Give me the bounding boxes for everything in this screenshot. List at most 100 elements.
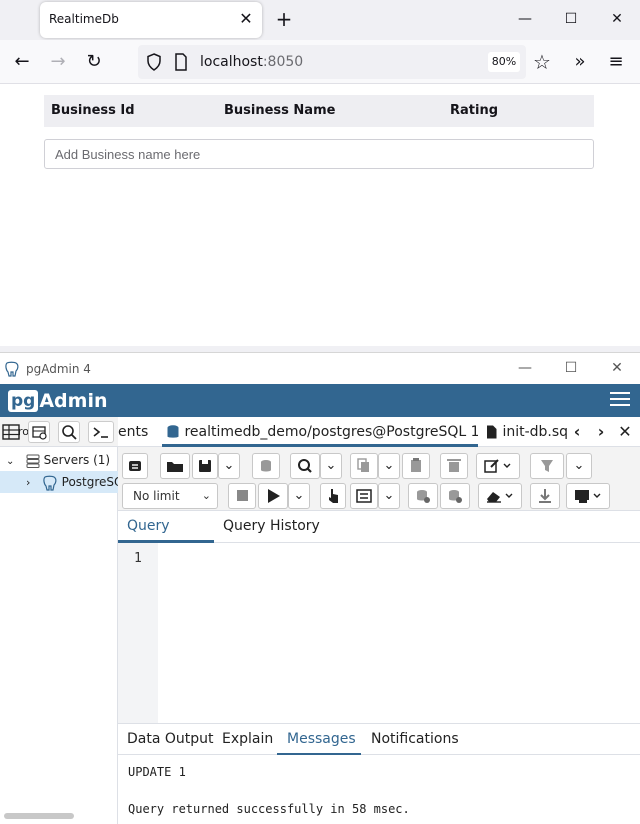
object-browser-panel: ro ⌄ Servers (1) › PostgreS (0, 417, 118, 824)
find-icon[interactable] (290, 453, 320, 479)
chevron-down-icon[interactable]: ⌄ (6, 451, 14, 471)
minimize-icon[interactable]: — (516, 359, 534, 377)
execute-dropdown-icon[interactable]: ⌄ (288, 483, 310, 509)
stop-icon[interactable] (228, 483, 256, 509)
postgresql-elephant-icon (42, 475, 58, 491)
chevron-left-icon[interactable]: ‹ (568, 421, 586, 443)
copy-dropdown-icon[interactable]: ⌄ (378, 453, 400, 479)
rollback-icon[interactable] (440, 483, 470, 509)
delete-icon[interactable] (440, 453, 468, 479)
shield-icon[interactable] (146, 53, 162, 71)
logo-pg: pg (8, 390, 39, 412)
macros-dropdown-icon[interactable] (566, 483, 610, 509)
tab-query-editor[interactable]: Query Editor (118, 511, 214, 564)
address-bar[interactable]: localhost:8050 80% (138, 45, 526, 79)
save-data-changes-icon[interactable] (252, 453, 280, 479)
chevron-right-icon[interactable]: › (26, 472, 34, 493)
close-tab-icon[interactable]: ✕ (237, 10, 255, 28)
explain-icon[interactable] (320, 483, 346, 509)
file-icon (486, 425, 498, 439)
tab-label: realtimedb_demo/postgres@PostgreSQL 13 * (184, 424, 478, 440)
new-tab-button[interactable]: + (274, 8, 294, 30)
tab-data-output[interactable]: Data Output (127, 724, 214, 756)
results-tabs: Data Output Explain Messages Notificatio… (118, 723, 640, 756)
tab-strip: RealtimeDb ✕ + — ☐ ✕ (0, 0, 640, 40)
tab-query-tool[interactable]: realtimedb_demo/postgres@PostgreSQL 13 * (162, 417, 478, 447)
url-text: localhost:8050 (200, 54, 303, 70)
pgadmin-window: pgAdmin 4 — ☐ ✕ pg Admin ro ⌄ Servers (1… (0, 346, 640, 824)
back-arrow-icon[interactable]: ← (10, 50, 34, 74)
hamburger-menu-icon[interactable] (610, 392, 630, 408)
url-port: :8050 (262, 54, 304, 70)
tab-explain[interactable]: Explain (222, 724, 273, 756)
server-connect-icon[interactable] (122, 453, 148, 479)
business-name-input[interactable] (44, 139, 594, 169)
limit-select[interactable]: No limit ⌄ (122, 483, 218, 509)
hamburger-menu-icon[interactable]: ≡ (604, 50, 628, 74)
paste-icon[interactable] (402, 453, 430, 479)
forward-arrow-icon[interactable]: → (46, 50, 70, 74)
table-grid-icon[interactable] (0, 421, 22, 443)
column-business-id: Business Id (51, 103, 135, 118)
close-icon[interactable]: ✕ (616, 421, 634, 443)
open-file-icon[interactable] (160, 453, 190, 479)
tab-label: init-db.sql (502, 424, 568, 440)
maximize-icon[interactable]: ☐ (562, 359, 580, 377)
view-data-icon[interactable] (28, 421, 50, 443)
execute-play-icon[interactable] (258, 483, 288, 509)
close-window-icon[interactable]: ✕ (608, 359, 626, 377)
pgadmin-logo: pg Admin (8, 389, 108, 413)
save-dropdown-icon[interactable]: ⌄ (218, 453, 240, 479)
browser-tab[interactable]: RealtimeDb ✕ (40, 2, 262, 38)
browser-window: RealtimeDb ✕ + — ☐ ✕ ← → ↻ localhost:805… (0, 0, 640, 346)
limit-value: No limit (133, 489, 180, 503)
horizontal-scrollbar[interactable] (4, 813, 74, 819)
sql-editor[interactable]: 1 (118, 543, 640, 723)
tab-label: ents (118, 424, 149, 440)
tab-init-db[interactable]: init-db.sql (486, 417, 568, 447)
minimize-icon[interactable]: — (516, 10, 534, 28)
filter-dropdown-icon[interactable]: ⌄ (566, 453, 592, 479)
bookmark-star-icon[interactable]: ☆ (530, 50, 554, 74)
message-line: Query returned successfully in 58 msec. (128, 802, 410, 816)
copy-icon[interactable] (350, 453, 378, 479)
psql-terminal-icon[interactable] (88, 421, 114, 443)
filter-icon[interactable] (530, 453, 564, 479)
messages-output: UPDATE 1 Query returned successfully in … (118, 755, 640, 824)
line-number: 1 (134, 551, 142, 566)
search-icon[interactable] (58, 421, 80, 443)
page-info-icon[interactable] (174, 53, 188, 71)
column-rating: Rating (450, 103, 499, 118)
business-table-header: Business Id Business Name Rating (44, 95, 594, 127)
zoom-level[interactable]: 80% (488, 52, 520, 72)
elephant-icon (4, 361, 20, 377)
pgadmin-brand-bar: pg Admin (0, 384, 640, 417)
tab-properties[interactable]: ents (118, 417, 150, 447)
find-dropdown-icon[interactable]: ⌄ (320, 453, 342, 479)
tree-label: PostgreSQL 13 (61, 475, 118, 489)
explain-dropdown-icon[interactable]: ⌄ (378, 483, 400, 509)
tab-notifications[interactable]: Notifications (371, 724, 459, 756)
pgadmin-titlebar: pgAdmin 4 — ☐ ✕ (0, 352, 640, 384)
edit-dropdown-icon[interactable] (476, 453, 520, 479)
reload-icon[interactable]: ↻ (82, 50, 106, 74)
line-number-gutter: 1 (118, 543, 158, 723)
save-icon[interactable] (192, 453, 218, 479)
tab-messages[interactable]: Messages (277, 724, 361, 756)
database-icon (166, 424, 180, 440)
close-window-icon[interactable]: ✕ (608, 10, 626, 28)
overflow-chevrons-icon[interactable]: » (568, 50, 592, 74)
maximize-icon[interactable]: ☐ (562, 10, 580, 28)
chevron-right-icon[interactable]: › (592, 421, 610, 443)
message-line: UPDATE 1 (128, 765, 186, 779)
tree-item-servers[interactable]: ⌄ Servers (1) (0, 449, 118, 471)
clear-eraser-icon[interactable] (478, 483, 522, 509)
explain-analyze-icon[interactable] (350, 483, 378, 509)
logo-admin: Admin (39, 390, 108, 412)
tab-query-history[interactable]: Query History (223, 511, 323, 543)
download-icon[interactable] (530, 483, 560, 509)
commit-icon[interactable] (408, 483, 438, 509)
window-title: pgAdmin 4 (26, 362, 91, 376)
tree-item-postgresql[interactable]: › PostgreSQL 13 (0, 471, 118, 493)
url-host: localhost (200, 54, 263, 70)
